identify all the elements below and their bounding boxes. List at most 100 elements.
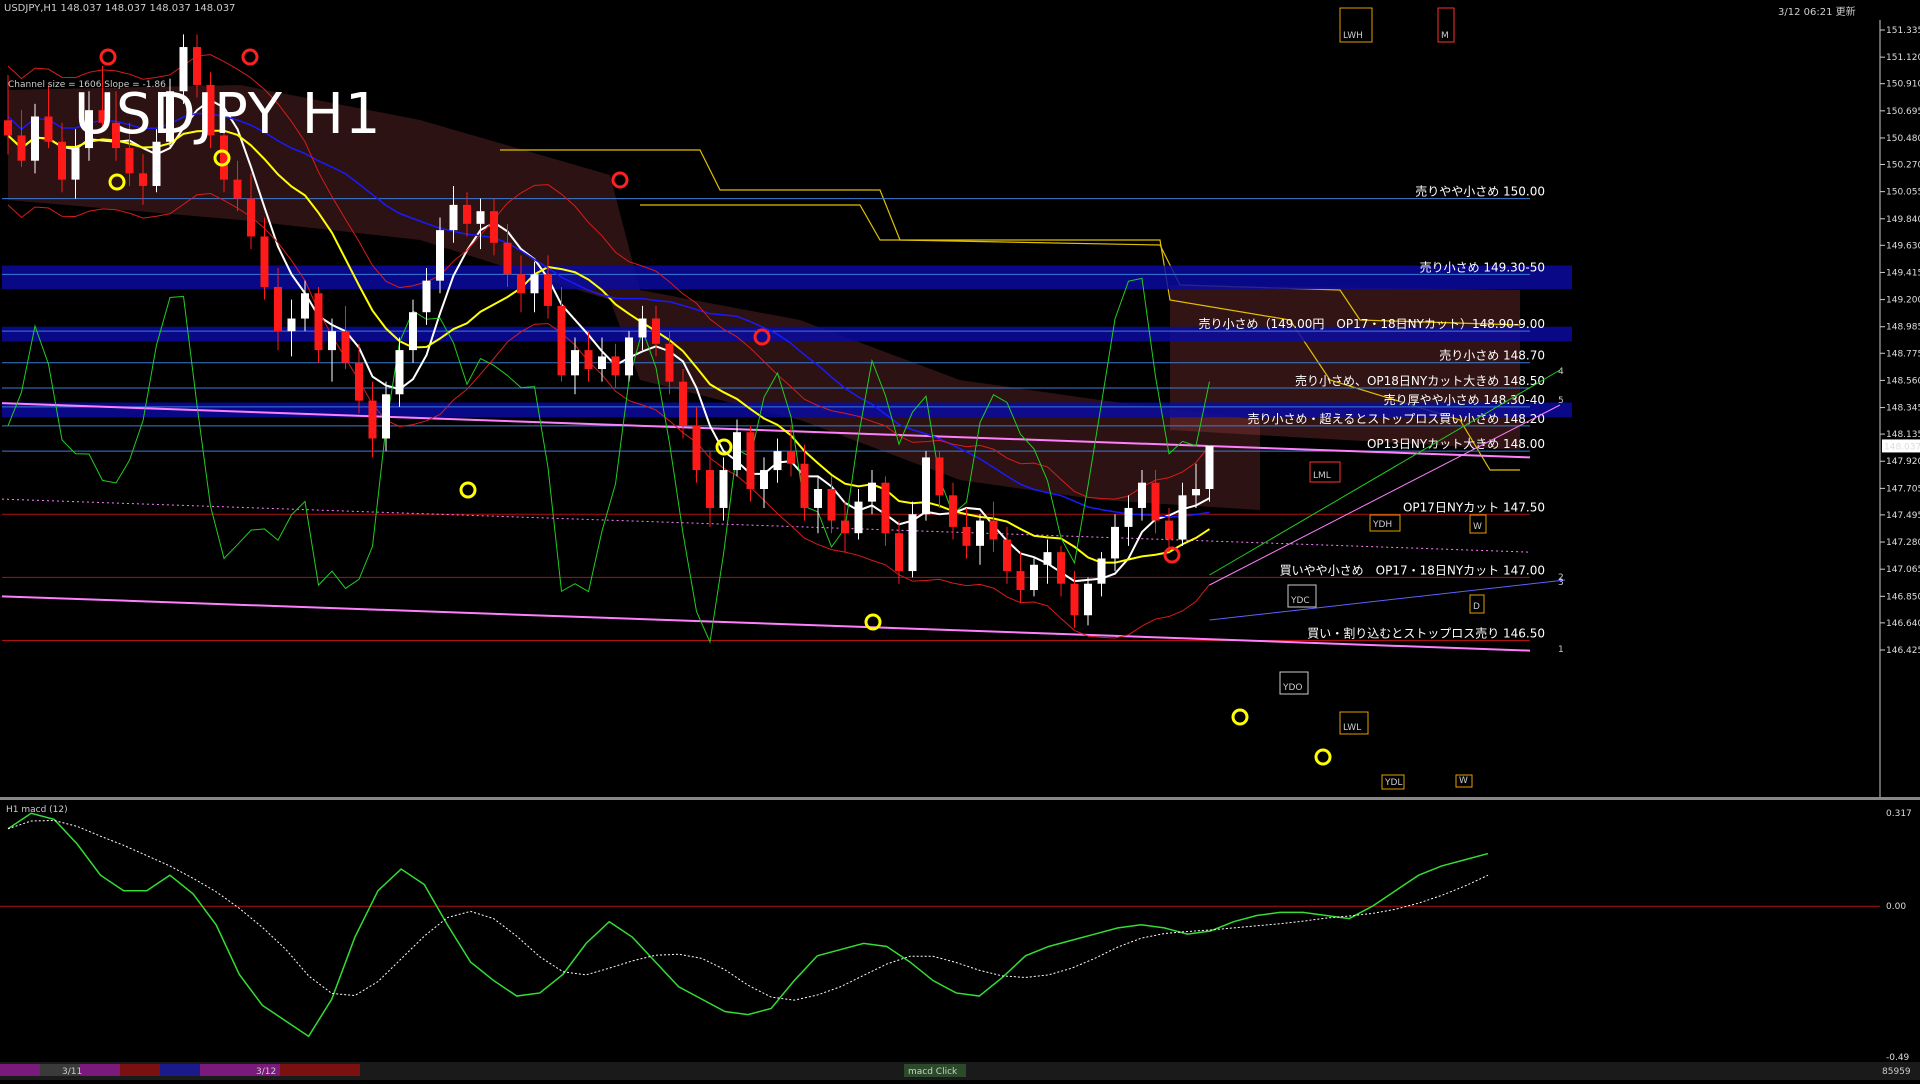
candle-body <box>125 148 134 174</box>
candle-body <box>314 293 323 351</box>
candle-body <box>463 204 471 224</box>
candle-body <box>152 141 161 186</box>
candle-body <box>1057 552 1065 584</box>
axis-tick-label: 150.270 <box>1886 160 1920 170</box>
session-block <box>80 1064 120 1076</box>
candle-body <box>247 198 255 237</box>
axis-tick-label: 146.640 <box>1886 619 1920 629</box>
candle-body <box>301 293 309 319</box>
date-label-2: 3/12 <box>256 1067 276 1077</box>
date-label-1: 3/11 <box>62 1067 82 1077</box>
candle-body <box>679 381 687 426</box>
axis-tick-label: 149.415 <box>1886 268 1920 278</box>
axis-tick-label: 149.840 <box>1886 215 1920 225</box>
level-label: OP17日NYカット 147.50 <box>1403 500 1545 514</box>
session-block <box>0 1064 40 1076</box>
axis-tick-label: 148.775 <box>1886 349 1920 359</box>
point-4: 4 <box>1558 367 1564 377</box>
candle-body <box>665 343 674 382</box>
candle-body <box>139 173 147 186</box>
candle-body <box>1016 571 1025 591</box>
candle-body <box>868 482 876 502</box>
axis-tick-label: 147.705 <box>1886 484 1920 494</box>
candle-body <box>193 47 201 85</box>
candle-body <box>449 204 458 231</box>
candle-body <box>908 514 917 572</box>
candle-body <box>935 457 944 496</box>
current-price-label: 148.037 <box>1884 442 1920 452</box>
candle-body <box>544 274 552 306</box>
symbol-ohlc: USDJPY,H1 148.037 148.037 148.037 148.03… <box>4 3 236 14</box>
candle-body <box>341 331 350 363</box>
candle-body <box>746 432 755 490</box>
candle-body <box>1111 526 1119 559</box>
candle-body <box>355 362 363 401</box>
candle-body <box>382 394 390 439</box>
price-chart[interactable]: 売りやや小さめ 150.00 売り小さめ 149.30-50 売り小さめ（149.0… <box>0 0 1920 1080</box>
session-block <box>120 1064 160 1076</box>
candle-body <box>17 135 26 161</box>
axis-tick-label: 147.495 <box>1886 511 1920 521</box>
page-title: USDJPY H1 <box>74 82 382 147</box>
macd-top-label: 0.317 <box>1886 809 1912 819</box>
candle-body <box>611 356 620 376</box>
marker-lwl: LWL <box>1343 723 1361 733</box>
point-5: 5 <box>1558 396 1564 406</box>
candle-body <box>881 482 890 534</box>
candle-body <box>233 179 242 199</box>
marker-d: D <box>1473 602 1480 612</box>
axis-tick-label: 147.065 <box>1886 565 1920 575</box>
candle-body <box>841 520 849 534</box>
candle-body <box>827 489 836 521</box>
point-3: 3 <box>1558 578 1564 588</box>
candle-body <box>490 211 498 243</box>
level-label: 売り小さめ 149.30-50 <box>1420 259 1545 274</box>
macd-zero-label: 0.00 <box>1886 902 1906 912</box>
level-label: 買いやや小さめ OP17・18日NYカット 147.00 <box>1280 563 1545 577</box>
axis-tick-label: 150.910 <box>1886 80 1920 90</box>
axis-tick-label: 150.055 <box>1886 188 1920 198</box>
candle-body <box>733 432 741 471</box>
candle-body <box>976 520 984 546</box>
level-label: 売り小さめ（149.00円 OP17・18日NYカット）148.90-9.00 <box>1198 316 1545 331</box>
macd-title: H1 macd (12) <box>6 805 68 815</box>
axis-tick-label: 151.120 <box>1886 53 1920 63</box>
candle-body <box>422 280 431 313</box>
axis-tick-label: 148.345 <box>1886 404 1920 414</box>
macd-bottom-label: -0.49 <box>1886 1053 1910 1063</box>
axis-tick-label: 148.560 <box>1886 376 1920 386</box>
axis-tick-label: 150.695 <box>1886 107 1920 117</box>
level-label: 売り小さめ、OP18日NYカット大きめ 148.50 <box>1295 373 1545 388</box>
marker-w-bottom: W <box>1459 776 1468 786</box>
update-time: 3/12 06:21 更新 <box>1778 7 1856 18</box>
candle-body <box>395 350 404 395</box>
point-1: 1 <box>1558 645 1564 655</box>
marker-ydh: YDH <box>1372 520 1392 530</box>
candle-body <box>409 312 417 351</box>
candle-body <box>814 489 822 508</box>
candle-body <box>1178 495 1187 540</box>
candle-body <box>287 318 296 332</box>
candle-body <box>692 425 701 471</box>
axis-tick-label: 150.480 <box>1886 134 1920 144</box>
axis-tick-label: 148.985 <box>1886 323 1920 333</box>
axis-tick-label: 151.335 <box>1886 26 1920 36</box>
candle-body <box>1097 558 1106 584</box>
axis-tick-label: 147.280 <box>1886 538 1920 548</box>
session-block <box>200 1064 240 1076</box>
marker-ydc: YDC <box>1290 596 1310 606</box>
candle-body <box>760 470 768 490</box>
axis-tick-label: 146.850 <box>1886 592 1920 602</box>
candle-body <box>962 526 971 546</box>
chart-window[interactable]: 売りやや小さめ 150.00 売り小さめ 149.30-50 売り小さめ（149.0… <box>0 0 1920 1080</box>
candle-body <box>58 141 66 180</box>
candle-body <box>1124 507 1133 527</box>
candle-body <box>706 470 714 508</box>
candle-body <box>260 236 269 287</box>
candle-body <box>854 501 863 534</box>
candle-body <box>557 305 566 376</box>
candle-body <box>31 116 39 161</box>
axis-tick-label: 148.135 <box>1886 430 1920 440</box>
candle-body <box>652 318 660 344</box>
candle-body <box>436 230 444 281</box>
